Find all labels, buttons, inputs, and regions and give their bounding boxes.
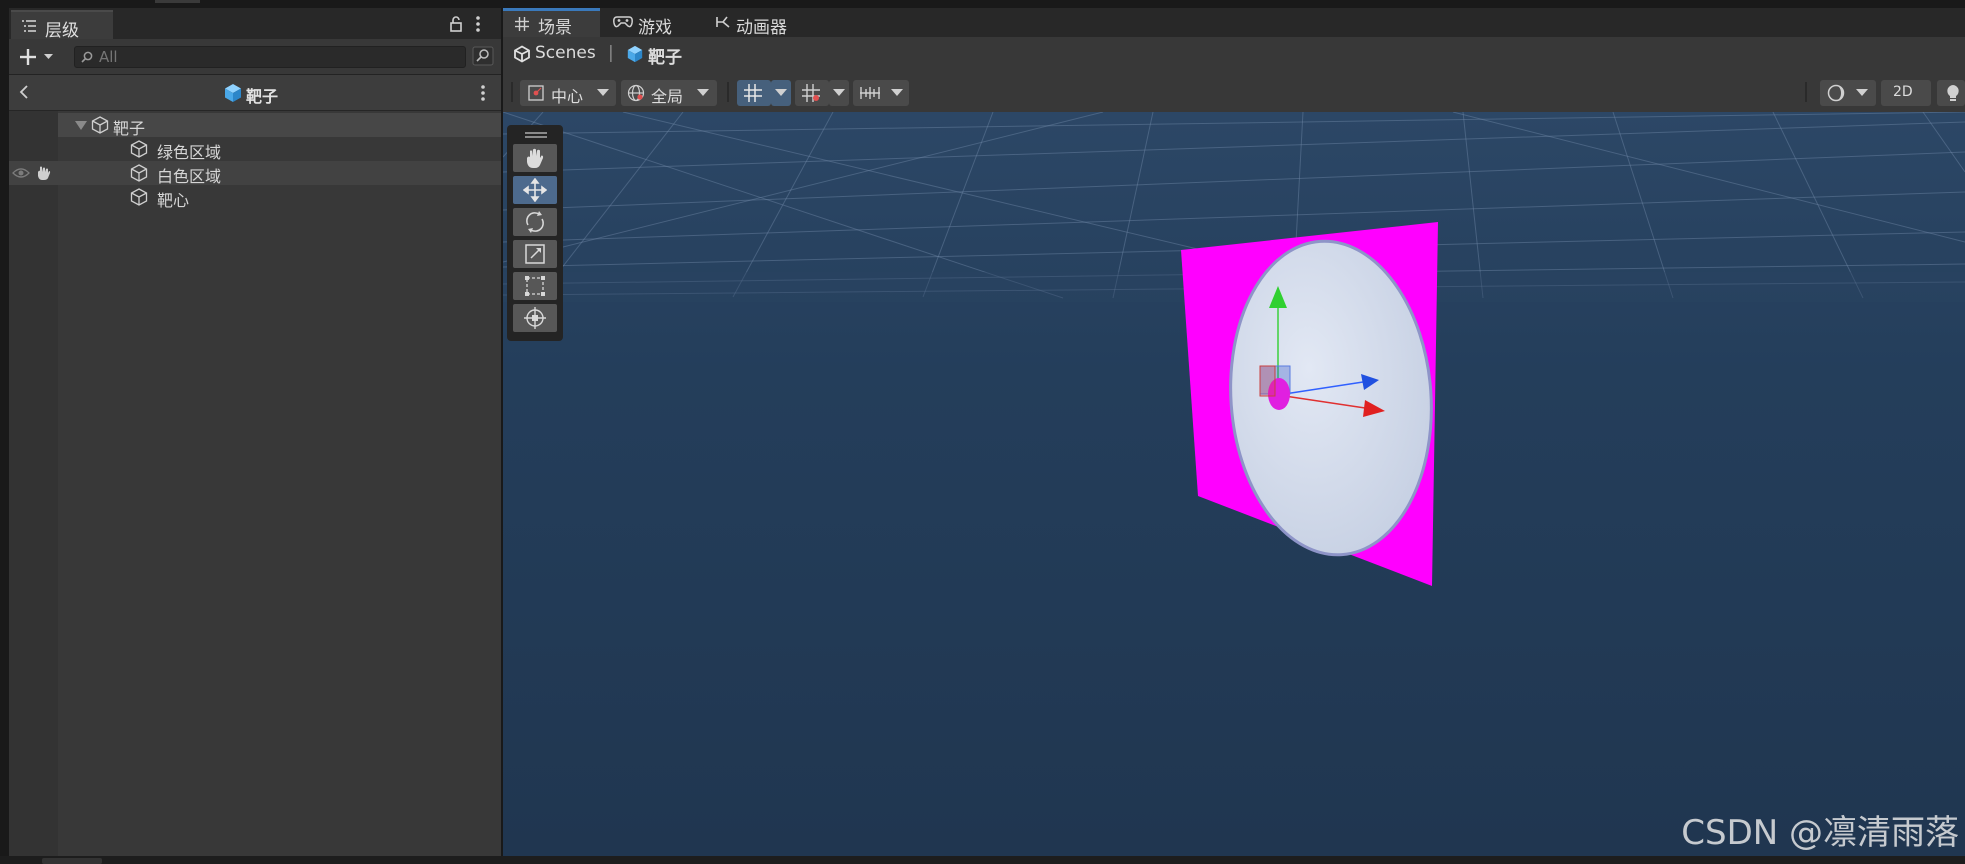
breadcrumb-separator: | (608, 43, 614, 63)
pivot-mode-dropdown[interactable]: 中心 (520, 80, 616, 106)
hierarchy-item-root[interactable]: 靶子 (58, 113, 501, 138)
scene-viewport[interactable] (503, 112, 1965, 856)
gameobject-cube-icon (91, 116, 109, 134)
search-input[interactable] (99, 47, 449, 67)
chevron-down-icon (891, 89, 903, 97)
scene-panel: 场景 游戏 动画器 Scenes | 靶子 中心 全局 2D (503, 8, 1965, 856)
rect-transform-icon (525, 276, 545, 296)
snap-options-dropdown[interactable] (829, 80, 849, 106)
hierarchy-item-green-area[interactable]: 绿色区域 (58, 137, 501, 162)
tab-hierarchy[interactable]: 层级 (11, 10, 113, 41)
pivot-icon (527, 84, 545, 102)
grid-icon (515, 17, 529, 31)
hierarchy-item-label: 绿色区域 (157, 143, 222, 162)
search-field[interactable] (74, 46, 466, 68)
more-options-icon[interactable] (475, 15, 481, 33)
gameobject-cube-icon (130, 140, 148, 158)
rect-tool-button[interactable] (513, 272, 557, 300)
globe-icon (627, 84, 645, 102)
scale-tool-button[interactable] (513, 240, 557, 268)
breadcrumb: Scenes | 靶子 (503, 37, 1965, 72)
move-arrows-icon (523, 178, 547, 202)
pivot-label: 中心 (551, 87, 584, 106)
ruler-icon (859, 85, 881, 101)
hierarchy-toolbar (9, 39, 501, 75)
lock-icon[interactable] (449, 16, 463, 32)
hand-icon (527, 148, 544, 168)
tab-animator-label: 动画器 (736, 18, 787, 38)
search-icon (81, 51, 94, 64)
drag-handle-icon[interactable] (525, 132, 547, 134)
hierarchy-item-white-area[interactable]: 白色区域 (58, 161, 501, 186)
top-strip (0, 0, 1965, 8)
snap-icon (801, 83, 823, 103)
rotate-icon (526, 211, 544, 233)
tab-scene[interactable]: 场景 (503, 8, 600, 38)
chevron-down-icon (597, 89, 609, 97)
breadcrumb-root[interactable]: Scenes (535, 43, 596, 63)
gameobject-cube-icon (130, 164, 148, 182)
back-chevron-icon[interactable] (18, 84, 30, 100)
list-icon (21, 19, 37, 33)
transform-icon (524, 307, 546, 329)
toggle-2d-label: 2D (1893, 84, 1913, 100)
toggle-2d-button[interactable]: 2D (1881, 80, 1931, 106)
chevron-down-icon (697, 89, 709, 97)
light-bulb-icon (1945, 84, 1961, 102)
scene-tab-bar: 场景 游戏 动画器 (503, 8, 1965, 38)
move-tool-button[interactable] (513, 176, 557, 204)
hierarchy-item-label: 靶子 (113, 119, 146, 138)
lighting-toggle[interactable] (1937, 80, 1965, 106)
increment-snap-toggle[interactable] (795, 80, 829, 106)
prefab-header: 靶子 (9, 75, 501, 111)
animator-icon (715, 15, 731, 29)
ruler-dropdown[interactable] (853, 80, 909, 106)
expand-arrow-icon[interactable] (74, 119, 88, 131)
chevron-down-icon (775, 89, 787, 97)
shading-mode-dropdown[interactable] (1820, 80, 1876, 106)
transform-tool-button[interactable] (513, 304, 557, 332)
sphere-shading-icon (1826, 84, 1846, 102)
add-button[interactable] (18, 47, 58, 67)
gamepad-icon (613, 16, 633, 28)
space-mode-dropdown[interactable]: 全局 (621, 80, 717, 106)
scene-toolbar: 中心 全局 2D (503, 72, 1965, 112)
visibility-eye-icon[interactable] (12, 166, 30, 180)
bottom-status-bar (0, 856, 1965, 864)
hierarchy-item-label: 靶心 (157, 191, 190, 210)
gameobject-cube-icon (130, 188, 148, 206)
prefab-menu-icon[interactable] (480, 84, 486, 102)
scale-icon (525, 244, 545, 264)
hierarchy-tab-bar: 层级 (9, 8, 501, 41)
tab-hierarchy-label: 层级 (45, 21, 79, 41)
grid-snap-icon (743, 83, 765, 103)
space-label: 全局 (651, 87, 684, 106)
tab-game-label: 游戏 (638, 18, 672, 38)
prefab-cube-icon (626, 45, 644, 63)
hand-tool-button[interactable] (513, 144, 557, 172)
chevron-down-icon (833, 89, 845, 97)
breadcrumb-current[interactable]: 靶子 (648, 43, 682, 68)
left-edge (0, 8, 9, 856)
hierarchy-item-label: 白色区域 (157, 167, 222, 186)
grid-options-dropdown[interactable] (771, 80, 791, 106)
hierarchy-list: 靶子 绿色区域 白色区域 靶心 (9, 111, 501, 856)
scene-search-icon[interactable] (472, 46, 494, 66)
hierarchy-panel: 层级 靶子 (9, 8, 501, 856)
tab-game[interactable]: 游戏 (603, 8, 703, 38)
tools-palette (507, 125, 563, 341)
prefab-title: 靶子 (246, 87, 279, 106)
hierarchy-item-bullseye[interactable]: 靶心 (58, 185, 501, 210)
prefab-cube-icon (223, 83, 243, 103)
rotate-tool-button[interactable] (513, 208, 557, 236)
pickable-hand-icon[interactable] (36, 165, 52, 181)
scene-render (503, 112, 1965, 856)
tab-animator[interactable]: 动画器 (703, 8, 823, 38)
watermark-text: CSDN @凛清雨落 (1681, 813, 1959, 853)
tab-scene-label: 场景 (538, 18, 572, 38)
unity-logo-icon (513, 45, 531, 63)
grid-snap-toggle[interactable] (737, 80, 771, 106)
chevron-down-icon (1856, 89, 1868, 97)
